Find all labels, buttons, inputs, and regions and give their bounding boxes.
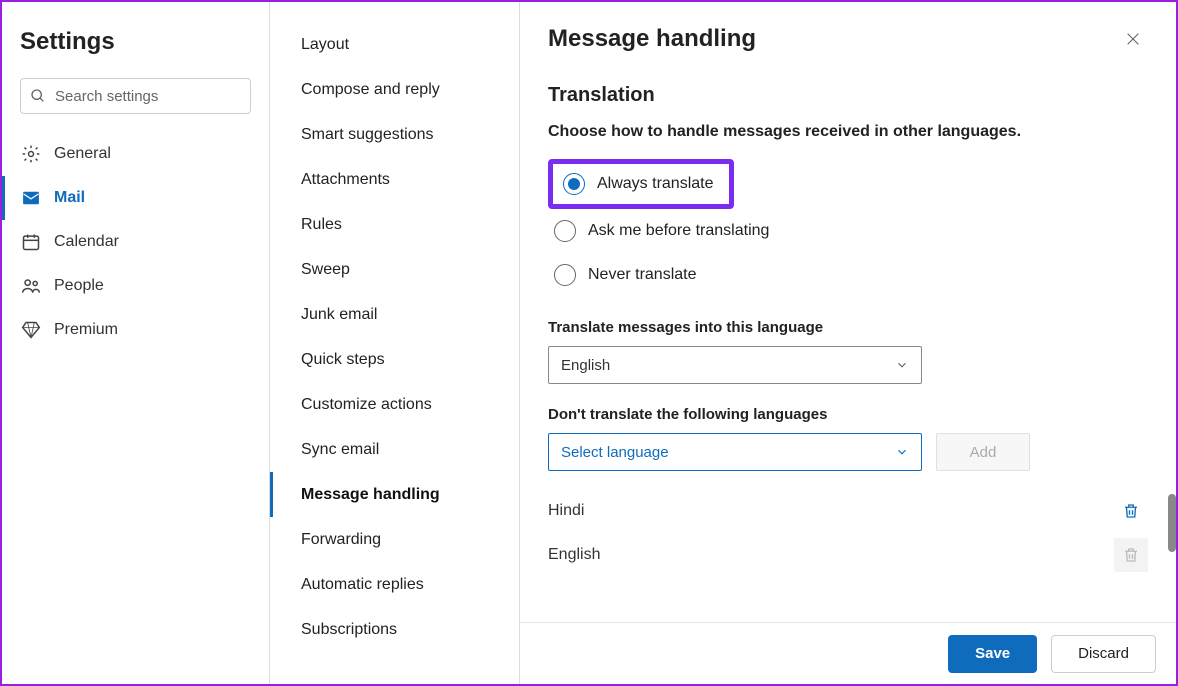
nav-item-general[interactable]: General (2, 132, 251, 176)
subnav-list: LayoutCompose and replySmart suggestions… (270, 22, 519, 652)
gear-icon (20, 143, 42, 165)
radio-option[interactable]: Ask me before translating (548, 209, 1148, 253)
search-icon (30, 88, 46, 104)
nav-list: General Mail Calendar People Premium (20, 132, 251, 352)
close-button[interactable] (1118, 24, 1148, 54)
mail-icon (20, 187, 42, 209)
subnav-item[interactable]: Layout (270, 22, 519, 67)
subnav-item[interactable]: Message handling (270, 472, 519, 517)
radio-option[interactable]: Always translate (548, 159, 734, 209)
translate-into-value: English (561, 357, 610, 374)
mail-subnav: LayoutCompose and replySmart suggestions… (270, 2, 520, 684)
subnav-item[interactable]: Junk email (270, 292, 519, 337)
close-icon (1125, 31, 1141, 47)
radio-label: Never translate (588, 266, 697, 284)
subnav-item[interactable]: Subscriptions (270, 607, 519, 652)
nav-item-label: Premium (54, 321, 118, 339)
delete-language-button[interactable] (1114, 494, 1148, 528)
people-icon (20, 275, 42, 297)
trash-icon (1122, 546, 1140, 564)
nav-item-label: People (54, 277, 104, 295)
select-language-dropdown[interactable]: Select language (548, 433, 922, 471)
panel-footer: Save Discard (520, 622, 1176, 684)
translate-into-select[interactable]: English (548, 346, 922, 384)
settings-title: Settings (20, 28, 251, 56)
section-title: Translation (548, 84, 1148, 107)
excluded-language-row: Hindi (548, 489, 1148, 533)
trash-icon (1122, 502, 1140, 520)
search-input[interactable] (20, 78, 251, 114)
delete-language-button (1114, 538, 1148, 572)
select-language-placeholder: Select language (561, 444, 669, 461)
radio-option[interactable]: Never translate (548, 253, 1148, 297)
nav-item-people[interactable]: People (2, 264, 251, 308)
subnav-item[interactable]: Sync email (270, 427, 519, 472)
subnav-item[interactable]: Forwarding (270, 517, 519, 562)
nav-item-label: Calendar (54, 233, 119, 251)
chevron-down-icon (895, 358, 909, 372)
settings-panel: Message handling Translation Choose how … (520, 2, 1176, 684)
nav-item-label: Mail (54, 189, 85, 207)
radio-icon (554, 220, 576, 242)
nav-item-label: General (54, 145, 111, 163)
language-name: Hindi (548, 502, 584, 520)
panel-title: Message handling (548, 25, 756, 53)
diamond-icon (20, 319, 42, 341)
chevron-down-icon (895, 445, 909, 459)
translate-into-label: Translate messages into this language (548, 319, 1148, 336)
save-button[interactable]: Save (948, 635, 1037, 673)
subnav-item[interactable]: Attachments (270, 157, 519, 202)
add-language-row: Select language Add (548, 433, 1148, 471)
scrollbar-thumb[interactable] (1168, 494, 1176, 552)
section-description: Choose how to handle messages received i… (548, 123, 1148, 141)
subnav-item[interactable]: Rules (270, 202, 519, 247)
language-name: English (548, 546, 600, 564)
search-field-wrap (20, 78, 251, 114)
radio-icon (563, 173, 585, 195)
subnav-item[interactable]: Sweep (270, 247, 519, 292)
radio-icon (554, 264, 576, 286)
panel-body: Translation Choose how to handle message… (520, 62, 1176, 622)
excluded-language-list: Hindi English (548, 489, 1148, 577)
radio-label: Always translate (597, 175, 714, 193)
dont-translate-label: Don't translate the following languages (548, 406, 1148, 423)
panel-header: Message handling (520, 2, 1176, 62)
nav-item-calendar[interactable]: Calendar (2, 220, 251, 264)
subnav-item[interactable]: Compose and reply (270, 67, 519, 112)
subnav-item[interactable]: Quick steps (270, 337, 519, 382)
subnav-item[interactable]: Automatic replies (270, 562, 519, 607)
nav-item-premium[interactable]: Premium (2, 308, 251, 352)
excluded-language-row: English (548, 533, 1148, 577)
translation-radio-group: Always translate Ask me before translatin… (548, 159, 1148, 297)
radio-label: Ask me before translating (588, 222, 769, 240)
subnav-item[interactable]: Smart suggestions (270, 112, 519, 157)
add-button[interactable]: Add (936, 433, 1030, 471)
subnav-item[interactable]: Customize actions (270, 382, 519, 427)
settings-sidebar: Settings General Mail Calendar People Premiu… (2, 2, 270, 684)
nav-item-mail[interactable]: Mail (2, 176, 251, 220)
calendar-icon (20, 231, 42, 253)
discard-button[interactable]: Discard (1051, 635, 1156, 673)
